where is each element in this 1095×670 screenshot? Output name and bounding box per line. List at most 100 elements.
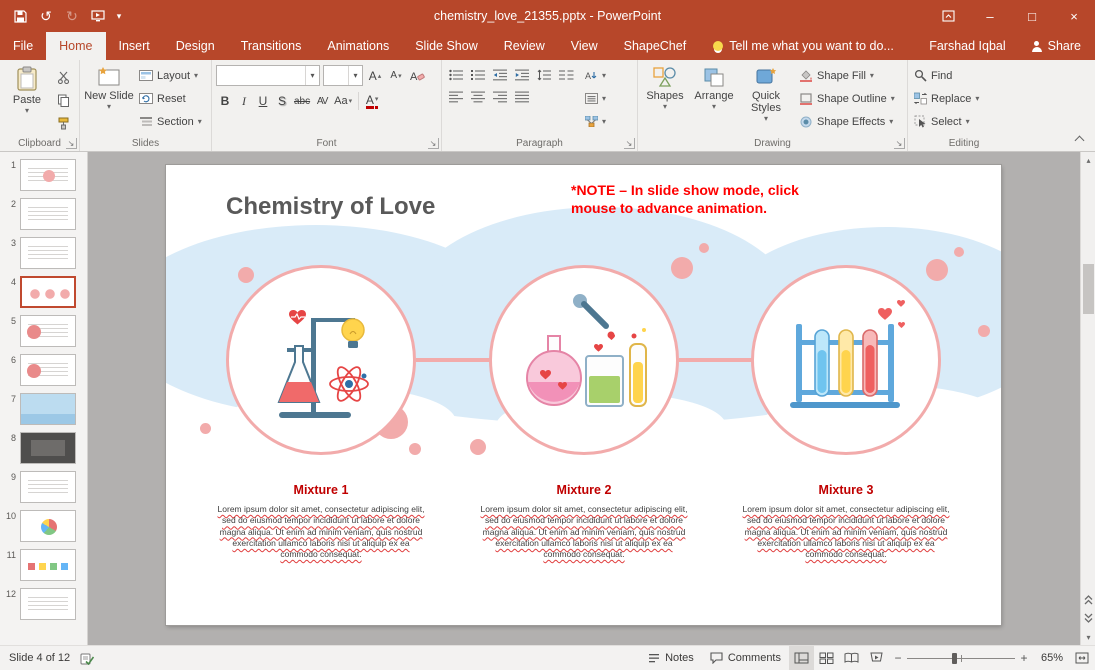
cut-icon[interactable] [53,67,74,87]
save-icon[interactable] [8,4,32,28]
view-slideshow-button[interactable] [864,646,889,670]
maximize-button[interactable]: □ [1011,0,1053,32]
section-button[interactable]: Section ▾ [137,111,204,132]
tab-design[interactable]: Design [163,32,228,60]
mixture-1-heading[interactable]: Mixture 1 [216,483,426,497]
share-button[interactable]: Share [1018,32,1095,60]
zoom-slider[interactable] [907,646,1015,670]
slide-thumbnail-3[interactable]: 3 [0,237,87,269]
font-color-button[interactable]: A▾ [363,91,381,111]
line-spacing-icon[interactable] [534,65,554,84]
columns-icon[interactable] [556,65,576,84]
format-painter-icon[interactable] [53,113,74,133]
italic-button[interactable]: I [235,91,253,111]
decrease-indent-icon[interactable] [490,65,510,84]
ribbon-display-options-icon[interactable] [927,0,969,32]
slide-editing-area[interactable]: Chemistry of Love *NOTE – In slide show … [166,165,1001,625]
tab-insert[interactable]: Insert [106,32,163,60]
undo-icon[interactable]: ↺ [34,4,58,28]
minimize-button[interactable]: – [969,0,1011,32]
fit-slide-to-window-button[interactable] [1069,646,1095,670]
slide-thumbnail-8[interactable]: 8 [0,432,87,464]
increase-indent-icon[interactable] [512,65,532,84]
clipboard-dialog-launcher[interactable]: ↘ [66,138,77,149]
tab-animations[interactable]: Animations [314,32,402,60]
tab-slide-show[interactable]: Slide Show [402,32,491,60]
zoom-level[interactable]: 65% [1033,652,1069,664]
customize-qat-icon[interactable]: ▾ [112,4,126,28]
scrollbar-thumb[interactable] [1083,264,1094,314]
underline-button[interactable]: U [254,91,272,111]
mixture-2-body[interactable]: Lorem ipsum dolor sit amet, consectetur … [478,504,690,560]
character-spacing-button[interactable]: AV [313,91,331,111]
slide-thumbnail-9[interactable]: 9 [0,471,87,503]
zoom-thumb[interactable] [952,653,957,664]
find-button[interactable]: Find [912,65,1016,86]
arrange-button[interactable]: Arrange ▾ [691,63,737,135]
mixture-2-heading[interactable]: Mixture 2 [479,483,689,497]
shape-outline-button[interactable]: Shape Outline ▾ [797,88,897,109]
layout-button[interactable]: Layout ▾ [137,65,204,86]
quick-styles-button[interactable]: Quick Styles ▾ [740,63,792,135]
mixture-3-heading[interactable]: Mixture 3 [741,483,951,497]
notes-toggle[interactable]: Notes [640,646,702,670]
zoom-out-button[interactable]: − [889,651,907,665]
mixture-1-circle[interactable] [226,265,416,455]
slide-thumbnail-5[interactable]: 5 [0,315,87,347]
spellcheck-icon[interactable] [80,652,94,665]
change-case-button[interactable]: Aa▾ [332,91,354,111]
mixture-3-body[interactable]: Lorem ipsum dolor sit amet, consectetur … [740,504,952,560]
close-button[interactable]: × [1053,0,1095,32]
view-slide-sorter-button[interactable] [814,646,839,670]
align-right-icon[interactable] [490,87,510,106]
paste-button[interactable]: Paste ▾ [4,63,50,135]
slide-thumbnail-6[interactable]: 6 [0,354,87,386]
font-size-select[interactable]: ▾ [323,65,363,86]
numbering-icon[interactable] [468,65,488,84]
tab-shapechef[interactable]: ShapeChef [611,32,700,60]
redo-icon[interactable]: ↻ [60,4,84,28]
increase-font-size-button[interactable]: A▴ [366,66,384,86]
slide-note[interactable]: *NOTE – In slide show mode, click mouse … [571,181,833,217]
scroll-up-icon[interactable]: ▴ [1081,152,1095,168]
start-slideshow-icon[interactable] [86,4,110,28]
font-name-select[interactable]: ▾ [216,65,320,86]
justify-icon[interactable] [512,87,532,106]
mixture-1-body[interactable]: Lorem ipsum dolor sit amet, consectetur … [215,504,427,560]
new-slide-button[interactable]: New Slide ▾ [84,63,134,135]
scroll-down-icon[interactable]: ▾ [1081,629,1095,645]
tab-file[interactable]: File [0,32,46,60]
tab-view[interactable]: View [558,32,611,60]
tell-me-box[interactable]: Tell me what you want to do... [703,32,904,60]
text-direction-button[interactable]: A ▾ [583,65,608,86]
slide-thumbnail-12[interactable]: 12 [0,588,87,620]
mixture-2-circle[interactable] [489,265,679,455]
bold-button[interactable]: B [216,91,234,111]
mixture-3-circle[interactable] [751,265,941,455]
shapes-button[interactable]: Shapes ▾ [642,63,688,135]
collapse-ribbon-button[interactable] [1071,133,1087,147]
convert-to-smartart-button[interactable]: ▾ [583,111,608,132]
paragraph-dialog-launcher[interactable]: ↘ [624,138,635,149]
tab-review[interactable]: Review [491,32,558,60]
zoom-in-button[interactable]: + [1015,651,1033,665]
replace-button[interactable]: Replace ▾ [912,88,1016,109]
strikethrough-button[interactable]: abc [292,91,312,111]
clear-formatting-button[interactable]: A [408,66,427,86]
select-button[interactable]: Select ▾ [912,111,1016,132]
reset-button[interactable]: Reset [137,88,204,109]
vertical-scrollbar[interactable]: ▴ ▾ [1080,152,1095,645]
slide-thumbnail-10[interactable]: 10 [0,510,87,542]
comments-toggle[interactable]: Comments [702,646,789,670]
shape-fill-button[interactable]: Shape Fill ▾ [797,65,897,86]
slide-thumbnail-7[interactable]: 7 [0,393,87,425]
font-dialog-launcher[interactable]: ↘ [428,138,439,149]
slide-thumbnail-2[interactable]: 2 [0,198,87,230]
account-name[interactable]: Farshad Iqbal [917,32,1017,60]
drawing-dialog-launcher[interactable]: ↘ [894,138,905,149]
align-left-icon[interactable] [446,87,466,106]
bullets-icon[interactable] [446,65,466,84]
view-reading-button[interactable] [839,646,864,670]
slide-title[interactable]: Chemistry of Love [226,193,435,221]
slide-thumbnail-1[interactable]: 1 [0,159,87,191]
